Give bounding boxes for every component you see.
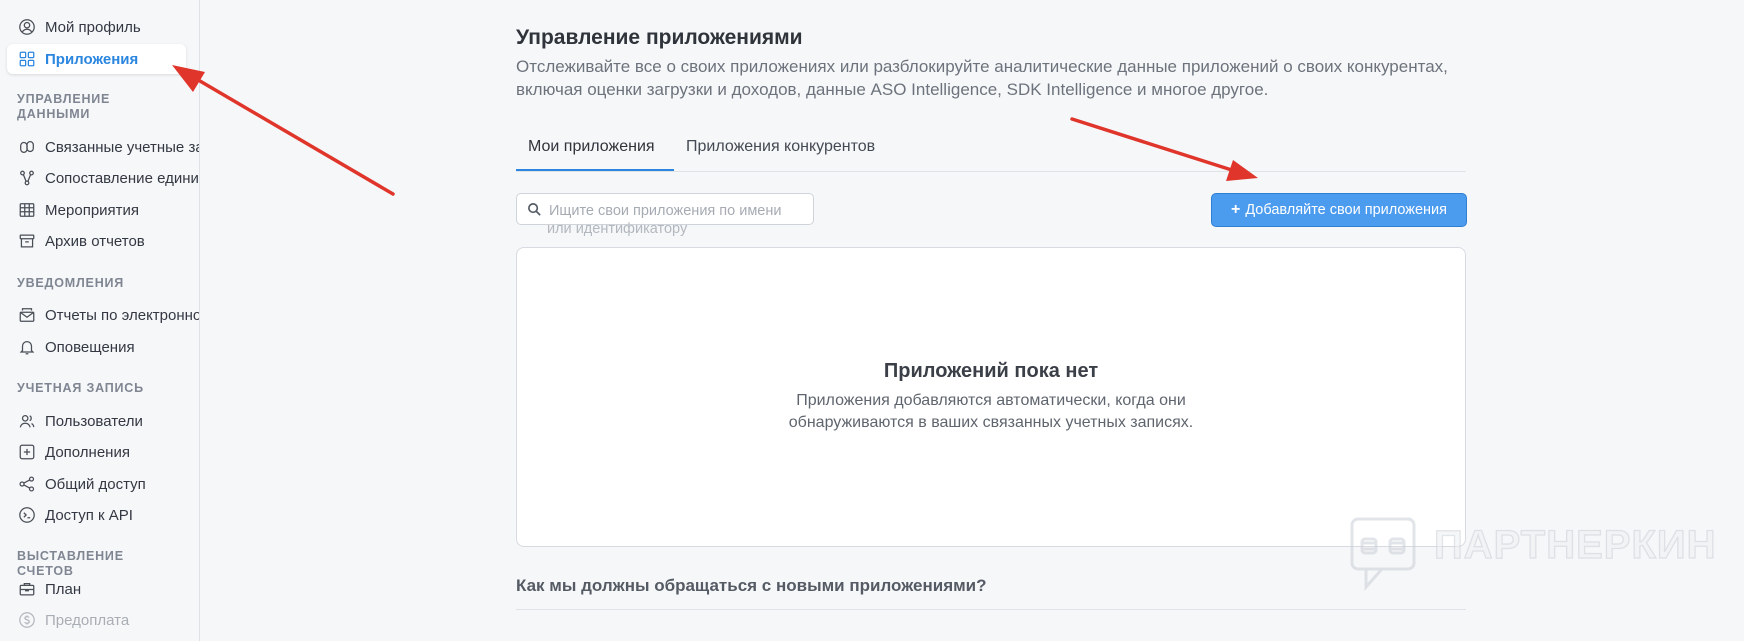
- plus-icon: +: [1230, 201, 1241, 218]
- sidebar-item-apps[interactable]: Приложения: [7, 44, 186, 74]
- sidebar-item-label: Доступ к API: [45, 506, 133, 524]
- sidebar-item-label: Предоплата: [45, 611, 130, 629]
- watermark-logo-icon: [1350, 517, 1416, 591]
- share-icon: [17, 474, 37, 494]
- section-notifications: УВЕДОМЛЕНИЯ: [17, 276, 125, 290]
- watermark-text: ПАРТНЕРКИН: [1433, 522, 1717, 567]
- search-icon: [528, 203, 541, 216]
- sidebar-item-label: Отчеты по электронной почте: [45, 306, 199, 324]
- sidebar-item-label: План: [45, 580, 82, 598]
- sidebar-item-plan[interactable]: План: [7, 574, 187, 604]
- sidebar-item-email-reports[interactable]: Отчеты по электронной почте: [7, 300, 199, 330]
- empty-state-title: Приложений пока нет: [883, 360, 1099, 382]
- section-data-management: УПРАВЛЕНИЕ ДАННЫМИ: [17, 92, 111, 121]
- bell-icon: [17, 337, 37, 357]
- sidebar-item-label: Пользователи: [45, 412, 143, 430]
- archive-icon: [17, 231, 37, 251]
- tab-my-apps[interactable]: Мои приложения: [528, 138, 655, 156]
- tabs-divider: [516, 171, 1466, 172]
- sidebar-item-unit-mapping[interactable]: Сопоставление единиц: [7, 163, 199, 193]
- users-icon: [17, 411, 37, 431]
- search-placeholder-overflow: или идентификатору: [547, 221, 688, 237]
- page-title: Управление приложениями: [516, 26, 803, 49]
- sidebar-item-label: Мероприятия: [45, 201, 140, 219]
- dollar-circle-icon: [17, 610, 37, 630]
- sidebar-item-prepayment[interactable]: Предоплата: [7, 605, 187, 635]
- sidebar-item-label: Дополнения: [45, 443, 130, 461]
- add-apps-button-label: Добавляйте свои приложения: [1245, 202, 1448, 218]
- sidebar-item-alerts[interactable]: Оповещения: [7, 332, 187, 362]
- sidebar-item-events[interactable]: Мероприятия: [7, 195, 187, 225]
- empty-state-text-line: Приложения добавляются автоматически, ко…: [796, 392, 1186, 409]
- sidebar-item-linked-accounts[interactable]: Связанные учетные записи: [7, 132, 199, 162]
- sidebar-item-report-archive[interactable]: Архив отчетов: [7, 226, 187, 256]
- empty-state-text: Приложения добавляются автоматически, ко…: [517, 390, 1465, 434]
- empty-state-card: Приложений пока нет Приложения добавляют…: [516, 247, 1466, 547]
- sidebar-item-label: Приложения: [45, 50, 139, 68]
- sidebar-item-label: Сопоставление единиц: [45, 169, 200, 187]
- sidebar: Мой профиль Приложения УПРАВЛЕНИЕ ДАННЫМ…: [0, 0, 200, 641]
- tab-competitor-apps[interactable]: Приложения конкурентов: [686, 138, 875, 156]
- sidebar-item-label: Связанные учетные записи: [45, 138, 199, 156]
- sidebar-item-label: Общий доступ: [45, 475, 146, 493]
- mapping-icon: [17, 168, 37, 188]
- annotation-arrow-apps: [172, 65, 395, 196]
- search-input[interactable]: [547, 200, 813, 222]
- section-account: УЧЕТНАЯ ЗАПИСЬ: [17, 381, 144, 395]
- faq-question[interactable]: Как мы должны обращаться с новыми прилож…: [516, 576, 987, 596]
- sidebar-item-addons[interactable]: Дополнения: [7, 437, 187, 467]
- briefcase-icon: [17, 579, 37, 599]
- active-tab-indicator: [516, 169, 674, 171]
- user-circle-icon: [17, 17, 37, 37]
- sidebar-item-api-access[interactable]: Доступ к API: [7, 500, 187, 530]
- sidebar-item-sharing[interactable]: Общий доступ: [7, 469, 187, 499]
- add-apps-button[interactable]: + Добавляйте свои приложения: [1211, 193, 1467, 227]
- apps-grid-icon: [17, 49, 37, 69]
- page-description: Отслеживайте все о своих приложениях или…: [516, 57, 1448, 99]
- empty-state-text-line: обнаруживаются в ваших связанных учетных…: [788, 414, 1194, 431]
- watermark: ПАРТНЕРКИН: [1348, 515, 1716, 595]
- plus-square-icon: [17, 442, 37, 462]
- api-icon: [17, 505, 37, 525]
- table-icon: [17, 200, 37, 220]
- mail-report-icon: [17, 305, 37, 325]
- faq-divider: [516, 609, 1466, 610]
- sidebar-item-profile[interactable]: Мой профиль: [7, 12, 187, 42]
- link-icon: [17, 137, 37, 157]
- sidebar-item-label: Архив отчетов: [45, 232, 145, 250]
- sidebar-item-label: Оповещения: [45, 338, 135, 356]
- sidebar-item-users[interactable]: Пользователи: [7, 406, 187, 436]
- sidebar-item-label: Мой профиль: [45, 18, 141, 36]
